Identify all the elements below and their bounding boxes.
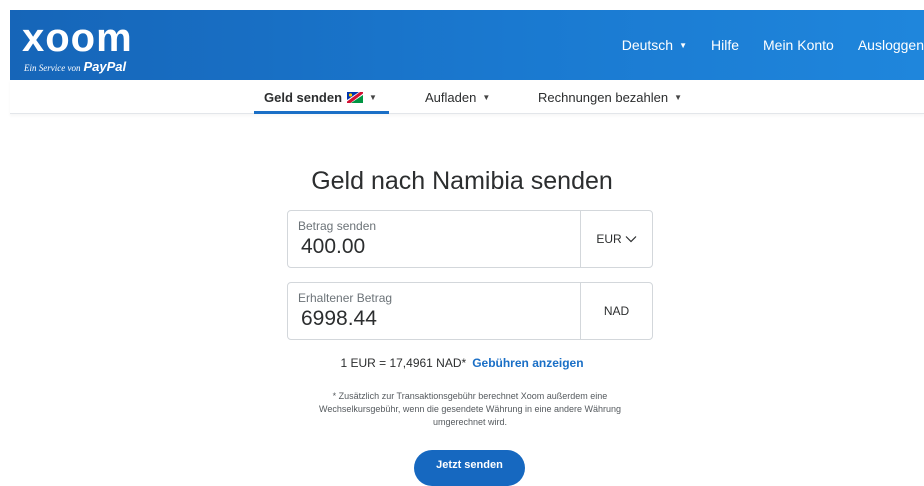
exchange-rate-text: 1 EUR = 17,4961 NAD* bbox=[340, 356, 467, 370]
help-link-label: Hilfe bbox=[710, 37, 739, 53]
caret-down-icon: ▼ bbox=[369, 92, 377, 102]
caret-down-icon: ▼ bbox=[674, 92, 683, 102]
receive-amount-field[interactable]: Erhaltener Betrag 6998.44 NAD bbox=[287, 282, 653, 340]
caret-down-icon: ▼ bbox=[482, 92, 491, 102]
top-nav: Deutsch ▼ Hilfe Mein Konto Ausloggen bbox=[598, 10, 924, 80]
fee-footnote: * Zusätzlich zur Transaktionsgebühr bere… bbox=[318, 391, 622, 427]
xoom-logo[interactable]: xoom Ein Service von PayPal bbox=[20, 16, 160, 74]
show-fees-link[interactable]: Gebühren anzeigen bbox=[472, 356, 583, 370]
my-account-link[interactable]: Mein Konto bbox=[763, 37, 834, 53]
language-menu-label: Deutsch bbox=[621, 37, 674, 53]
logout-label: Ausloggen bbox=[857, 37, 924, 53]
chevron-down-icon bbox=[625, 236, 637, 243]
caret-down-icon: ▼ bbox=[679, 40, 687, 50]
logo-tagline: Ein Service von PayPal bbox=[24, 58, 126, 76]
tab-top-up-label: Aufladen bbox=[425, 89, 477, 105]
app-header: xoom Ein Service von PayPal Deutsch ▼ Hil… bbox=[10, 10, 924, 80]
send-currency-select[interactable]: EUR bbox=[580, 211, 652, 267]
receive-amount-input[interactable]: 6998.44 bbox=[301, 307, 377, 331]
logout-link[interactable]: Ausloggen bbox=[858, 37, 924, 53]
namibia-flag-icon bbox=[347, 91, 364, 103]
send-currency-label: EUR bbox=[596, 232, 622, 246]
send-now-button[interactable]: Jetzt senden bbox=[414, 450, 525, 486]
tab-send-money-label: Geld senden bbox=[264, 89, 343, 105]
tab-pay-bills[interactable]: Rechnungen bezahlen ▼ bbox=[538, 80, 682, 114]
send-amount-label: Betrag senden bbox=[298, 219, 377, 233]
receive-currency: NAD bbox=[580, 283, 652, 339]
send-amount-input[interactable]: 400.00 bbox=[301, 235, 365, 259]
logo-wordmark: xoom bbox=[22, 16, 133, 60]
logo-service-text: Ein Service von bbox=[24, 63, 81, 73]
sub-nav: Geld senden ▼ Aufladen ▼ Rechnungen beza… bbox=[10, 80, 924, 114]
tab-top-up[interactable]: Aufladen ▼ bbox=[425, 80, 490, 114]
exchange-rate: 1 EUR = 17,4961 NAD* Gebühren anzeigen bbox=[0, 356, 924, 370]
receive-currency-label: NAD bbox=[603, 304, 630, 318]
send-amount-field[interactable]: Betrag senden 400.00 EUR bbox=[287, 210, 653, 268]
logo-paypal-text: PayPal bbox=[83, 59, 127, 74]
tab-pay-bills-label: Rechnungen bezahlen bbox=[538, 89, 669, 105]
page-title: Geld nach Namibia senden bbox=[311, 167, 613, 195]
tab-send-money[interactable]: Geld senden ▼ bbox=[254, 80, 389, 114]
language-menu[interactable]: Deutsch ▼ bbox=[622, 37, 687, 53]
my-account-label: Mein Konto bbox=[763, 37, 834, 53]
help-link[interactable]: Hilfe bbox=[711, 37, 739, 53]
receive-amount-label: Erhaltener Betrag bbox=[298, 291, 393, 305]
